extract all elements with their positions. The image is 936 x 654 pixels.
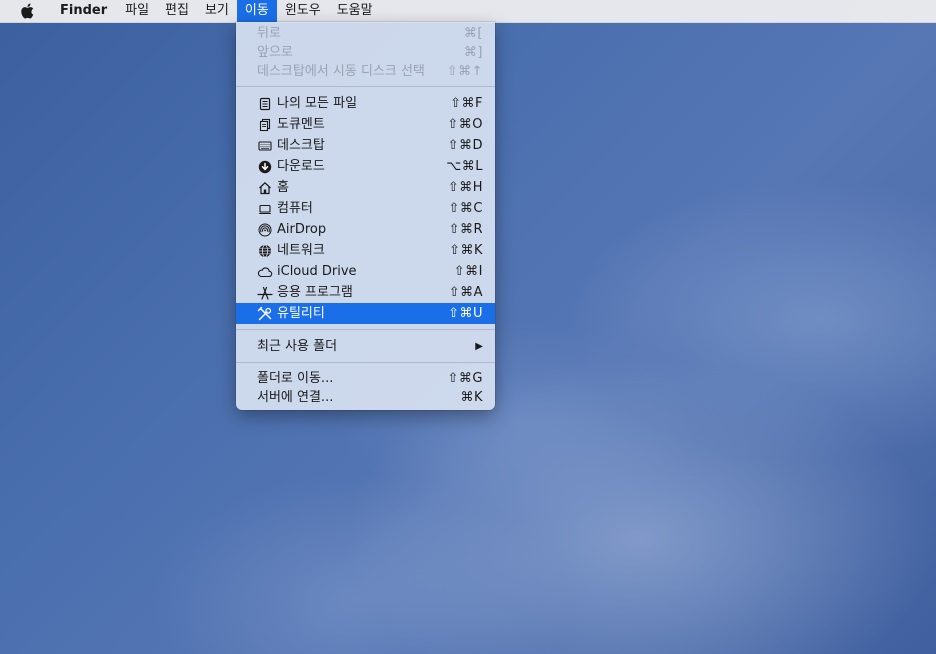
menu-go[interactable]: 이동: [236, 0, 277, 22]
home-icon: [257, 180, 273, 196]
menu-item-shortcut: ⇧⌘C: [448, 201, 483, 216]
menu-item-shortcut: ⇧⌘↑: [446, 64, 483, 79]
menu-item-airdrop[interactable]: AirDrop ⇧⌘R: [236, 219, 495, 240]
menu-item-shortcut: ⌘[: [463, 26, 483, 41]
menu-item-icloud-drive[interactable]: iCloud Drive ⇧⌘I: [236, 261, 495, 282]
desktop-icon: [257, 138, 273, 154]
menu-item-downloads[interactable]: 다운로드 ⌥⌘L: [236, 156, 495, 177]
utilities-icon: [257, 306, 273, 322]
menu-item-shortcut: ⇧⌘A: [448, 285, 483, 300]
menu-window[interactable]: 윈도우: [277, 0, 329, 22]
menu-item-shortcut: ⌘K: [460, 390, 483, 405]
menu-item-utilities[interactable]: 유틸리티 ⇧⌘U: [236, 303, 495, 324]
menu-item-shortcut: ⇧⌘I: [453, 264, 483, 279]
menu-item-applications[interactable]: 응용 프로그램 ⇧⌘A: [236, 282, 495, 303]
menu-item-documents[interactable]: 도큐멘트 ⇧⌘O: [236, 114, 495, 135]
apple-menu-icon[interactable]: [18, 2, 36, 20]
airdrop-icon: [257, 222, 273, 238]
menu-edit[interactable]: 편집: [157, 0, 197, 22]
menu-finder[interactable]: Finder: [52, 0, 115, 22]
menu-item-go-to-folder[interactable]: 폴더로 이동... ⇧⌘G: [236, 369, 495, 388]
menu-view[interactable]: 보기: [197, 0, 237, 22]
menu-item-back[interactable]: 뒤로 ⌘[: [236, 24, 495, 43]
menu-item-label: 뒤로: [257, 26, 281, 41]
all-files-icon: [257, 96, 273, 112]
menu-item-shortcut: ⌘]: [463, 45, 483, 60]
menu-separator: [236, 362, 495, 363]
menu-item-shortcut: ⇧⌘H: [447, 180, 483, 195]
applications-icon: [257, 285, 273, 301]
menu-item-shortcut: ⇧⌘F: [450, 96, 483, 111]
icloud-icon: [257, 264, 273, 280]
menu-item-all-my-files[interactable]: 나의 모든 파일 ⇧⌘F: [236, 93, 495, 114]
menu-file[interactable]: 파일: [117, 0, 157, 22]
documents-icon: [257, 117, 273, 133]
network-icon: [257, 243, 273, 259]
menu-item-shortcut: ⇧⌘D: [447, 138, 483, 153]
menu-item-connect-to-server[interactable]: 서버에 연결... ⌘K: [236, 388, 495, 407]
menu-separator: [236, 86, 495, 87]
menu-item-computer[interactable]: 컴퓨터 ⇧⌘C: [236, 198, 495, 219]
menu-separator: [236, 329, 495, 330]
downloads-icon: [257, 159, 273, 175]
computer-icon: [257, 201, 273, 217]
menu-item-label: 앞으로: [257, 45, 293, 60]
go-menu-dropdown: 뒤로 ⌘[ 앞으로 ⌘] 데스크탑에서 시동 디스크 선택 ⇧⌘↑ 나의 모든 …: [236, 22, 495, 410]
menu-item-label: iCloud Drive: [277, 264, 357, 279]
menu-item-label: 최근 사용 폴더: [257, 339, 338, 354]
menu-item-home[interactable]: 홈 ⇧⌘H: [236, 177, 495, 198]
menu-item-shortcut: ⇧⌘R: [448, 222, 483, 237]
menu-item-desktop[interactable]: 데스크탑 ⇧⌘D: [236, 135, 495, 156]
menu-item-shortcut: ⇧⌘U: [448, 306, 483, 321]
menu-item-select-startup-disk[interactable]: 데스크탑에서 시동 디스크 선택 ⇧⌘↑: [236, 62, 495, 81]
menu-help[interactable]: 도움말: [329, 0, 381, 22]
menu-item-recent-folders[interactable]: 최근 사용 폴더 ▶: [236, 336, 495, 357]
menu-item-shortcut: ⇧⌘G: [447, 371, 483, 386]
menu-item-forward[interactable]: 앞으로 ⌘]: [236, 43, 495, 62]
menu-item-shortcut: ⇧⌘K: [449, 243, 483, 258]
menu-item-shortcut: ⌥⌘L: [446, 159, 483, 174]
menu-item-network[interactable]: 네트워크 ⇧⌘K: [236, 240, 495, 261]
submenu-arrow-icon: ▶: [475, 341, 483, 352]
menu-item-shortcut: ⇧⌘O: [447, 117, 483, 132]
menu-bar: Finder 파일 편집 보기 이동 윈도우 도움말: [0, 0, 936, 23]
menu-item-label: 서버에 연결...: [257, 390, 334, 405]
